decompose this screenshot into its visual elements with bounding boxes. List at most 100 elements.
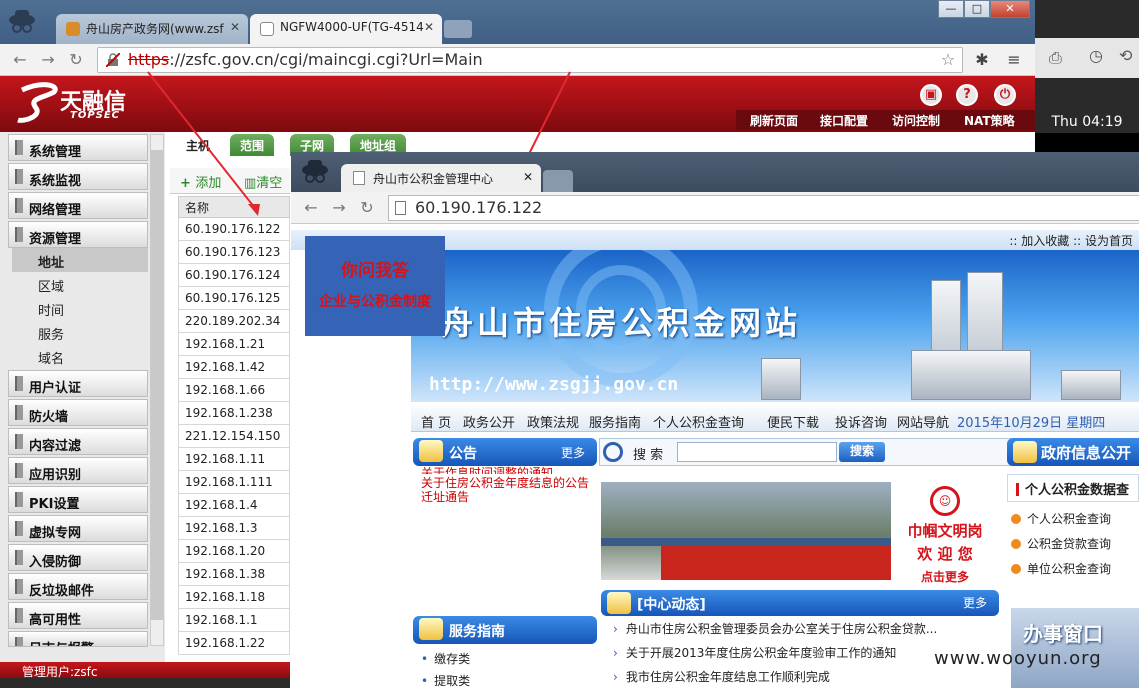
maximize-button[interactable]: □ xyxy=(964,0,990,18)
table-row[interactable]: 192.168.1.238 xyxy=(178,402,290,425)
minimize-button[interactable]: — xyxy=(938,0,964,18)
menu-ha[interactable]: 高可用性 xyxy=(8,602,148,629)
table-row[interactable]: 192.168.1.38 xyxy=(178,563,290,586)
submenu-zone[interactable]: 区域 xyxy=(12,272,148,296)
header-link-refresh[interactable]: 刷新页面 xyxy=(750,112,798,129)
back-arrow-icon[interactable]: ← xyxy=(8,48,32,72)
forward-arrow-icon[interactable]: → xyxy=(36,48,60,72)
tab-gjj[interactable]: 舟山市公积金管理中心 ✕ xyxy=(341,164,541,192)
table-row[interactable]: 60.190.176.124 xyxy=(178,264,290,287)
print-icon[interactable]: ⎙ xyxy=(1049,48,1062,68)
scrollbar-thumb[interactable] xyxy=(151,150,163,620)
news-item[interactable]: 我市住房公积金年度结息工作顺利完成 xyxy=(613,668,830,685)
menu-content-filter[interactable]: 内容过滤 xyxy=(8,428,148,455)
star-icon[interactable]: ☆ xyxy=(936,48,960,72)
table-row[interactable]: 221.12.154.150 xyxy=(178,425,290,448)
news-more-link[interactable]: 更多 xyxy=(963,594,987,611)
gov-link-personal[interactable]: 个人公积金查询 xyxy=(1011,510,1111,527)
table-row[interactable]: 192.168.1.11 xyxy=(178,448,290,471)
table-row[interactable]: 192.168.1.21 xyxy=(178,333,290,356)
submenu-domain[interactable]: 域名 xyxy=(12,344,148,368)
menu-vpn[interactable]: 虚拟专网 xyxy=(8,515,148,542)
nav-service-guide[interactable]: 服务指南 xyxy=(589,412,641,431)
table-row[interactable]: 220.189.202.34 xyxy=(178,310,290,333)
nav-policy[interactable]: 政策法规 xyxy=(527,412,579,431)
close-window-button[interactable]: ✕ xyxy=(990,0,1030,18)
notice-more-link[interactable]: 更多 xyxy=(561,444,585,461)
table-row[interactable]: 192.168.1.20 xyxy=(178,540,290,563)
save-icon[interactable]: ▣ xyxy=(920,84,942,106)
menu-pki[interactable]: PKI设置 xyxy=(8,486,148,513)
table-row[interactable]: 192.168.1.1 xyxy=(178,609,290,632)
clear-button[interactable]: ▥清空 xyxy=(244,172,282,191)
help-icon[interactable]: ? xyxy=(956,84,978,106)
menu-network[interactable]: 网络管理 xyxy=(8,192,148,219)
notice-item[interactable]: 关于作息时间调整的通知 xyxy=(421,464,553,474)
header-link-interface[interactable]: 接口配置 xyxy=(820,112,868,129)
service-item[interactable]: 缴存类 xyxy=(421,650,470,667)
forward-arrow-icon[interactable]: → xyxy=(327,196,351,220)
menu-monitor[interactable]: 系统监视 xyxy=(8,163,148,190)
table-row[interactable]: 192.168.1.66 xyxy=(178,379,290,402)
table-row[interactable]: 192.168.1.3 xyxy=(178,517,290,540)
extension-bug-icon[interactable]: ✱ xyxy=(970,48,994,72)
reload-icon[interactable]: ↻ xyxy=(64,48,88,72)
tab-host[interactable]: 主机 xyxy=(176,134,221,156)
column-header-name[interactable]: 名称 xyxy=(178,196,290,218)
menu-log[interactable]: 日志与报警 xyxy=(8,631,148,647)
nav-gov-open[interactable]: 政务公开 xyxy=(463,412,515,431)
header-link-access[interactable]: 访问控制 xyxy=(892,112,940,129)
notice-item[interactable]: 迁址通告 xyxy=(421,488,469,505)
address-bar[interactable]: https://zsfc.gov.cn/cgi/maincgi.cgi?Url=… xyxy=(97,47,963,73)
nav-complaint[interactable]: 投诉咨询 xyxy=(835,412,887,431)
civility-post[interactable]: ☺ 巾帼文明岗 欢 迎 您 点击更多 xyxy=(891,482,999,584)
news-item[interactable]: 舟山市住房公积金管理委员会办公室关于住房公积金贷款... xyxy=(613,620,937,637)
service-item[interactable]: 提取类 xyxy=(421,672,470,688)
tab-ngfw[interactable]: NGFW4000-UF(TG-4514 ✕ xyxy=(250,14,442,44)
table-row[interactable]: 192.168.1.18 xyxy=(178,586,290,609)
nav-home[interactable]: 首 页 xyxy=(421,412,451,431)
table-row[interactable]: 192.168.1.22 xyxy=(178,632,290,655)
gov-info-header[interactable]: 政府信息公开 xyxy=(1007,438,1139,466)
submenu-address[interactable]: 地址 xyxy=(12,248,148,272)
table-row[interactable]: 60.190.176.123 xyxy=(178,241,290,264)
nav-sitemap[interactable]: 网站导航 xyxy=(897,412,949,431)
menu-antispam[interactable]: 反垃圾邮件 xyxy=(8,573,148,600)
history-icon[interactable]: ⟲ xyxy=(1119,46,1132,65)
new-tab-button[interactable] xyxy=(444,20,472,38)
logout-icon[interactable]: ⏻ xyxy=(994,84,1016,106)
table-row[interactable]: 60.190.176.125 xyxy=(178,287,290,310)
menu-user-auth[interactable]: 用户认证 xyxy=(8,370,148,397)
gov-link-loan[interactable]: 公积金贷款查询 xyxy=(1011,535,1111,552)
gov-link-unit[interactable]: 单位公积金查询 xyxy=(1011,560,1111,577)
submenu-time[interactable]: 时间 xyxy=(12,296,148,320)
menu-firewall[interactable]: 防火墙 xyxy=(8,399,148,426)
tab-range[interactable]: 范围 xyxy=(230,134,275,156)
service-hall-photo[interactable] xyxy=(601,482,891,580)
menu-app-id[interactable]: 应用识别 xyxy=(8,457,148,484)
menu-ips[interactable]: 入侵防御 xyxy=(8,544,148,571)
close-tab-icon[interactable]: ✕ xyxy=(424,20,434,34)
table-row[interactable]: 192.168.1.111 xyxy=(178,471,290,494)
close-tab-icon[interactable]: ✕ xyxy=(523,170,533,184)
address-bar-2[interactable]: 60.190.176.122 xyxy=(388,195,1139,221)
add-button[interactable]: + 添加 xyxy=(180,172,221,191)
search-button[interactable]: 搜索 xyxy=(839,442,885,462)
news-item[interactable]: 关于开展2013年度住房公积金年度验审工作的通知 xyxy=(613,644,897,661)
back-arrow-icon[interactable]: ← xyxy=(299,196,323,220)
header-link-nat[interactable]: NAT策略 xyxy=(964,112,1015,129)
table-row[interactable]: 60.190.176.122 xyxy=(178,218,290,241)
menu-system[interactable]: 系统管理 xyxy=(8,134,148,161)
nav-personal-query[interactable]: 个人公积金查询 xyxy=(653,412,744,431)
menu-resource[interactable]: 资源管理 xyxy=(8,221,148,248)
nav-download[interactable]: 便民下载 xyxy=(767,412,819,431)
reload-icon[interactable]: ↻ xyxy=(355,196,379,220)
ask-answer-box[interactable]: 你问我答 企业与公积金制度 xyxy=(305,236,445,336)
new-tab-button[interactable] xyxy=(543,170,573,192)
submenu-service[interactable]: 服务 xyxy=(12,320,148,344)
search-input[interactable] xyxy=(677,442,837,462)
menu-icon[interactable]: ≡ xyxy=(1002,48,1026,72)
clock-icon[interactable]: ◷ xyxy=(1089,46,1103,65)
close-tab-icon[interactable]: ✕ xyxy=(230,20,240,34)
table-row[interactable]: 192.168.1.42 xyxy=(178,356,290,379)
